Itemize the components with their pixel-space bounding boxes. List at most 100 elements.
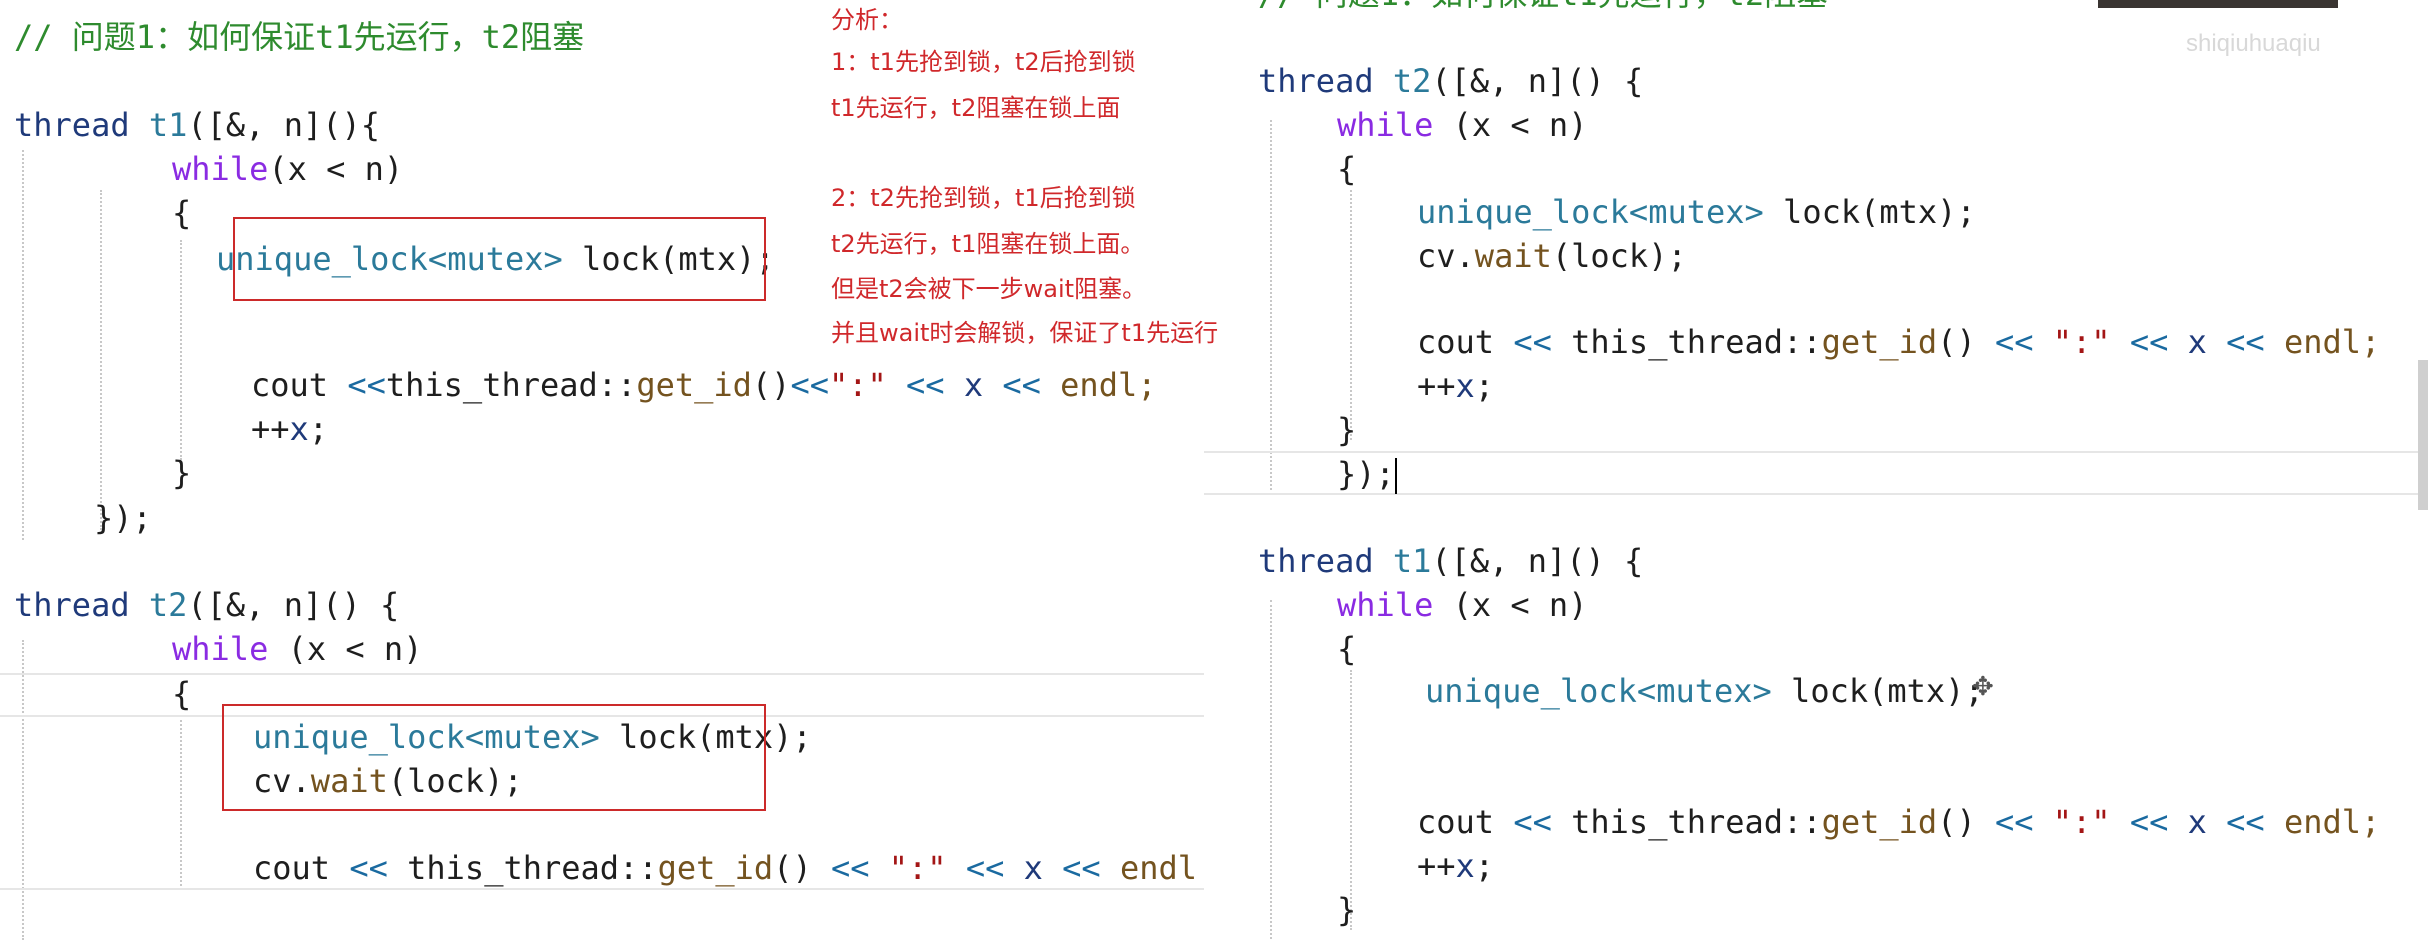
code-line[interactable]: thread t2([&, n]() { xyxy=(14,583,399,627)
variable: x xyxy=(1023,849,1043,887)
identifier: endl xyxy=(1119,849,1198,887)
identifier: endl; xyxy=(1060,366,1157,404)
code-text: ; xyxy=(308,410,329,448)
code-line[interactable]: } xyxy=(1337,888,1356,932)
code-text: (x < n) xyxy=(268,150,404,188)
code-text: () xyxy=(1937,323,1995,361)
code-text: ([&, n]() { xyxy=(187,586,400,624)
indent-guide xyxy=(22,150,24,540)
operator: << xyxy=(830,849,889,887)
code-text: ; xyxy=(1474,367,1495,405)
code-text: lock(mtx); xyxy=(1771,672,1984,710)
note-line: 但是t2会被下一步wait阻塞。 xyxy=(831,275,1147,303)
code-line[interactable]: while (x < n) xyxy=(1337,103,1587,147)
code-line[interactable]: cout << this_thread::get_id() << ":" << … xyxy=(253,846,1204,890)
code-text: ++ xyxy=(1417,847,1456,885)
code-line[interactable]: ++x; xyxy=(251,407,328,451)
operator: << xyxy=(1042,849,1120,887)
variable: x xyxy=(2187,323,2207,361)
operator: << xyxy=(1494,323,1572,361)
code-line[interactable]: unique_lock<mutex> lock(mtx); xyxy=(1417,190,1976,234)
string-literal: ":" xyxy=(2052,323,2111,361)
code-text: ([&, n]() { xyxy=(1431,542,1644,580)
keyword: while xyxy=(1337,586,1434,624)
indent-guide xyxy=(100,190,102,530)
code-line[interactable]: } xyxy=(172,451,191,495)
code-line[interactable]: }); xyxy=(94,496,152,540)
code-line[interactable]: while (x < n) xyxy=(1337,583,1587,627)
operator: << xyxy=(2110,323,2188,361)
type-name: unique_lock xyxy=(1417,193,1629,231)
code-text: (lock); xyxy=(1551,237,1687,275)
code-text: cout xyxy=(1417,323,1495,361)
code-line[interactable]: { xyxy=(1337,627,1356,671)
indent-guide xyxy=(180,240,182,460)
code-text: (x < n) xyxy=(287,630,423,668)
code-line[interactable]: cv.wait(lock); xyxy=(1417,234,1687,278)
identifier: t2 xyxy=(1392,62,1432,100)
code-text: ([&, n]() { xyxy=(1431,62,1644,100)
string-literal: ":" xyxy=(828,366,887,404)
code-line[interactable]: thread t2([&, n]() { xyxy=(1258,59,1643,103)
keyword: while xyxy=(172,630,269,668)
code-text: ([&, n](){ xyxy=(187,106,381,144)
code-line[interactable]: { xyxy=(172,191,191,235)
indent-guide xyxy=(1270,120,1272,490)
code-line[interactable]: { xyxy=(172,672,191,716)
identifier: t2 xyxy=(148,586,188,624)
template-arg: <mutex> xyxy=(1636,672,1772,710)
scrollbar-thumb[interactable] xyxy=(2418,360,2428,510)
note-line: t2先运行，t1阻塞在锁上面。 xyxy=(831,230,1145,258)
identifier: t1 xyxy=(1392,542,1432,580)
keyword: thread xyxy=(1258,62,1374,100)
indent-guide xyxy=(180,720,182,890)
code-text: ; xyxy=(1474,847,1495,885)
code-line[interactable]: ++x; xyxy=(1417,364,1494,408)
code-line[interactable]: thread t1([&, n]() { xyxy=(1258,539,1643,583)
code-text: cout xyxy=(1417,803,1495,841)
text-cursor xyxy=(1394,458,1397,494)
keyword: thread xyxy=(14,586,130,624)
highlight-box xyxy=(233,217,766,301)
operator: << xyxy=(2206,803,2284,841)
code-text: this_thread:: xyxy=(407,849,658,887)
note-line: 1：t1先抢到锁，t2后抢到锁 xyxy=(831,48,1136,76)
identifier: endl; xyxy=(2283,803,2381,841)
identifier: endl; xyxy=(2283,323,2381,361)
operator: << xyxy=(946,849,1024,887)
webcam-thumbnail xyxy=(2098,0,2338,8)
code-text: (x < n) xyxy=(1433,106,1588,144)
code-text: cv. xyxy=(1417,237,1475,275)
move-cursor-icon: ✥ xyxy=(1972,672,1994,702)
code-line[interactable]: while (x < n) xyxy=(172,627,422,671)
template-arg: <mutex> xyxy=(1628,193,1764,231)
function-name: wait xyxy=(1474,237,1552,275)
code-line[interactable]: }); xyxy=(1337,452,1397,496)
indent-guide xyxy=(1350,190,1352,440)
highlight-box xyxy=(222,704,766,811)
indent-guide xyxy=(22,640,24,940)
code-line[interactable]: cout << this_thread::get_id() << ":" << … xyxy=(1417,320,2380,364)
code-line[interactable]: cout <<this_thread::get_id()<<":" << x <… xyxy=(251,363,1156,407)
type-name: unique_lock xyxy=(1425,672,1637,710)
code-line[interactable]: cout << this_thread::get_id() << ":" << … xyxy=(1417,800,2380,844)
operator: << xyxy=(2110,803,2188,841)
code-text: (x < n) xyxy=(1433,586,1588,624)
operator: << xyxy=(328,366,386,404)
code-line[interactable]: thread t1([&, n](){ xyxy=(14,103,380,147)
code-text: () xyxy=(773,849,831,887)
code-text: cout xyxy=(253,849,331,887)
code-text: cout xyxy=(251,366,329,404)
code-line[interactable]: unique_lock<mutex> lock(mtx); xyxy=(1425,669,1984,713)
code-text: this_thread:: xyxy=(1571,323,1822,361)
watermark: shiqiuhuaqiu xyxy=(2186,30,2321,57)
note-line: 2：t2先抢到锁，t1后抢到锁 xyxy=(831,184,1136,212)
code-line[interactable]: } xyxy=(1337,408,1356,452)
code-line[interactable]: while(x < n) xyxy=(172,147,403,191)
code-line[interactable]: { xyxy=(1337,147,1356,191)
identifier: t1 xyxy=(148,106,188,144)
code-line[interactable]: ++x; xyxy=(1417,844,1494,888)
operator: << xyxy=(1994,323,2053,361)
variable: x xyxy=(963,366,984,404)
operator: << xyxy=(790,366,829,404)
